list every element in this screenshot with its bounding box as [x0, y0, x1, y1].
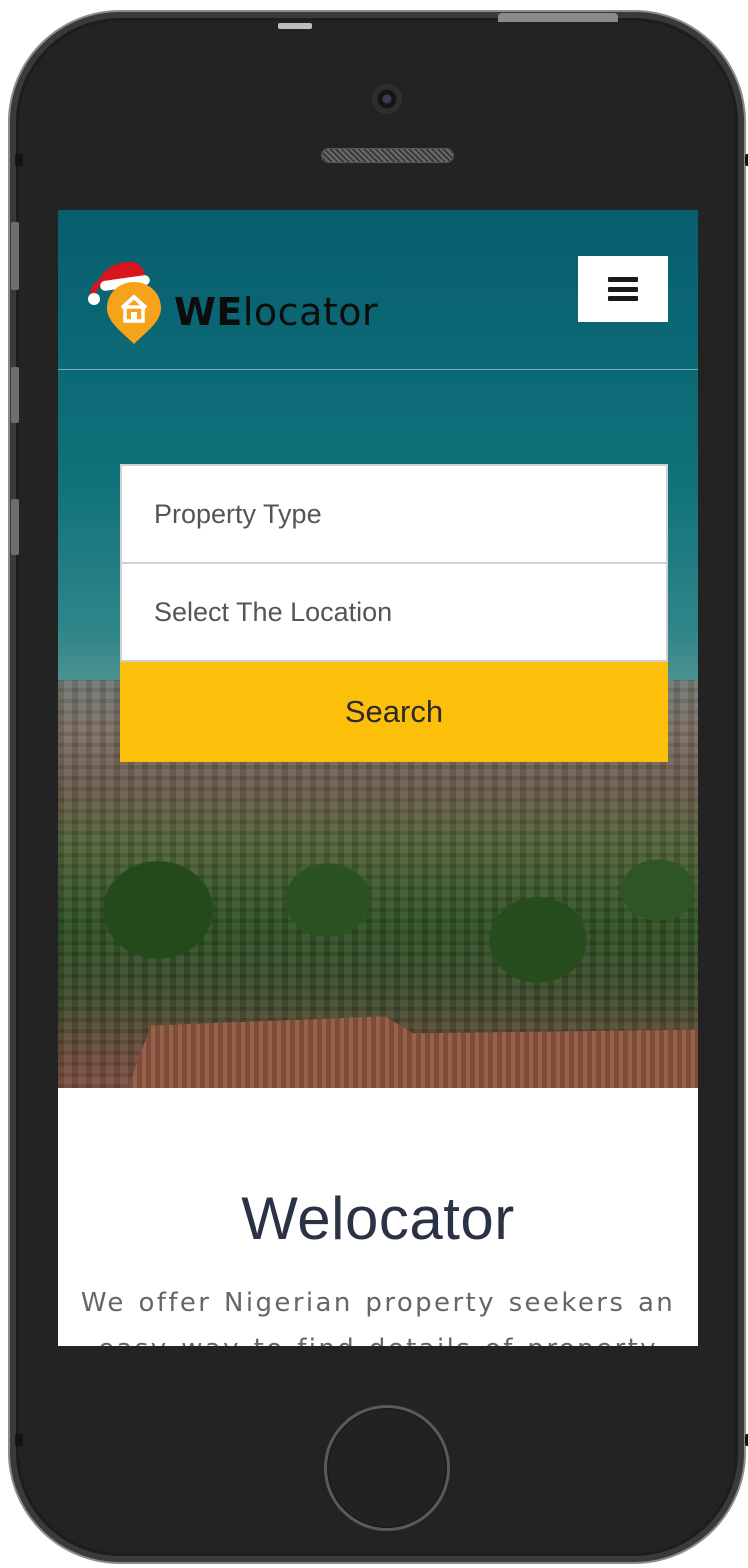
brand-name-bold: WE	[174, 290, 243, 334]
search-button[interactable]: Search	[120, 662, 668, 762]
home-button[interactable]	[324, 1405, 450, 1531]
about-title: Welocator	[241, 1185, 515, 1252]
screen: WElocator Property Type Select The Locat…	[58, 210, 698, 1346]
top-notch	[278, 23, 312, 29]
about-section: Welocator We offer Nigerian property see…	[58, 1088, 698, 1346]
navbar: WElocator	[58, 210, 698, 370]
antenna-band	[15, 154, 23, 166]
earpiece-speaker	[321, 148, 454, 163]
logo[interactable]: WElocator	[88, 254, 388, 344]
hamburger-icon	[608, 277, 638, 301]
location-select[interactable]: Select The Location	[120, 562, 668, 662]
power-button	[498, 13, 618, 22]
volume-down-button	[11, 499, 19, 555]
volume-up-button	[11, 367, 19, 423]
menu-button[interactable]	[578, 256, 668, 322]
about-description: We offer Nigerian property seekers an ea…	[80, 1288, 676, 1346]
hero-section: WElocator Property Type Select The Locat…	[58, 210, 698, 1088]
logo-pin-icon	[88, 254, 168, 344]
brand-name-rest: locator	[242, 290, 379, 334]
mute-switch	[11, 222, 19, 290]
antenna-band	[15, 1434, 23, 1446]
front-camera-icon	[371, 83, 403, 115]
property-search-form: Property Type Select The Location Search	[120, 464, 668, 762]
brand-name: WElocator	[174, 290, 378, 334]
property-type-select[interactable]: Property Type	[120, 464, 668, 564]
